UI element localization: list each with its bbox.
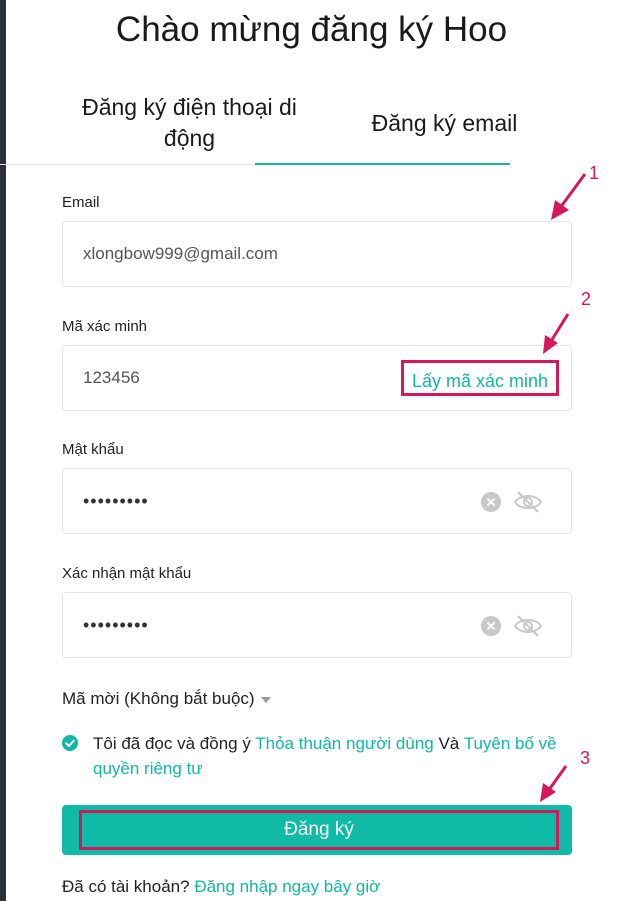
check-circle-icon[interactable]: [62, 735, 78, 751]
confirm-password-field[interactable]: •••••••••: [62, 592, 572, 658]
login-link[interactable]: Đăng nhập ngay bây giờ: [194, 877, 380, 896]
invite-code-toggle[interactable]: Mã mời (Không bắt buộc): [62, 689, 271, 709]
confirm-password-label: Xác nhận mật khẩu: [62, 565, 192, 582]
password-field[interactable]: •••••••••: [62, 468, 572, 534]
login-prompt: Đã có tài khoản? Đăng nhập ngay bây giờ: [62, 877, 380, 897]
code-value: 123456: [83, 368, 140, 387]
page-title: Chào mừng đăng ký Hoo: [115, 10, 508, 49]
password-value: •••••••••: [83, 491, 149, 511]
invite-code-label: Mã mời (Không bắt buộc): [62, 689, 255, 708]
agreement-conj: Và: [433, 734, 464, 753]
register-button[interactable]: Đăng ký: [79, 810, 559, 850]
caret-down-icon: [260, 696, 271, 703]
terms-link[interactable]: Thỏa thuận người dùng: [255, 734, 434, 753]
tab-email-register[interactable]: Đăng ký email: [317, 88, 572, 166]
annotation-arrow-3: [540, 765, 568, 802]
code-label: Mã xác minh: [62, 318, 148, 335]
tab-phone-register[interactable]: Đăng ký điện thoại di động: [62, 88, 317, 166]
clear-icon[interactable]: [481, 492, 501, 512]
agreement-prefix: Tôi đã đọc và đồng ý: [93, 734, 256, 753]
eye-off-icon[interactable]: [513, 489, 543, 515]
annotation-arrow-1: [551, 173, 587, 220]
password-label: Mật khẩu: [62, 441, 124, 458]
agreement: Tôi đã đọc và đồng ý Thỏa thuận người dù…: [62, 731, 562, 781]
login-prefix: Đã có tài khoản?: [62, 877, 195, 896]
agreement-text: Tôi đã đọc và đồng ý Thỏa thuận người dù…: [62, 731, 562, 781]
register-button-bg[interactable]: Đăng ký: [62, 805, 572, 855]
email-label: Email: [62, 194, 100, 211]
email-value: xlongbow999@gmail.com: [83, 244, 278, 263]
register-tabs: Đăng ký điện thoại di động Đăng ký email: [62, 88, 572, 168]
get-code-button[interactable]: Lấy mã xác minh: [400, 360, 559, 396]
eye-off-icon[interactable]: [513, 613, 543, 639]
annotation-number-3: 3: [580, 748, 591, 768]
code-field[interactable]: 123456 Lấy mã xác minh: [62, 345, 572, 411]
annotation-number-2: 2: [581, 289, 592, 309]
annotation-arrow-2: [543, 313, 570, 354]
confirm-password-value: •••••••••: [83, 615, 149, 635]
email-field[interactable]: xlongbow999@gmail.com: [62, 221, 572, 287]
active-tab-indicator: [255, 163, 510, 165]
clear-icon[interactable]: [481, 616, 501, 636]
left-edge: [0, 0, 6, 901]
